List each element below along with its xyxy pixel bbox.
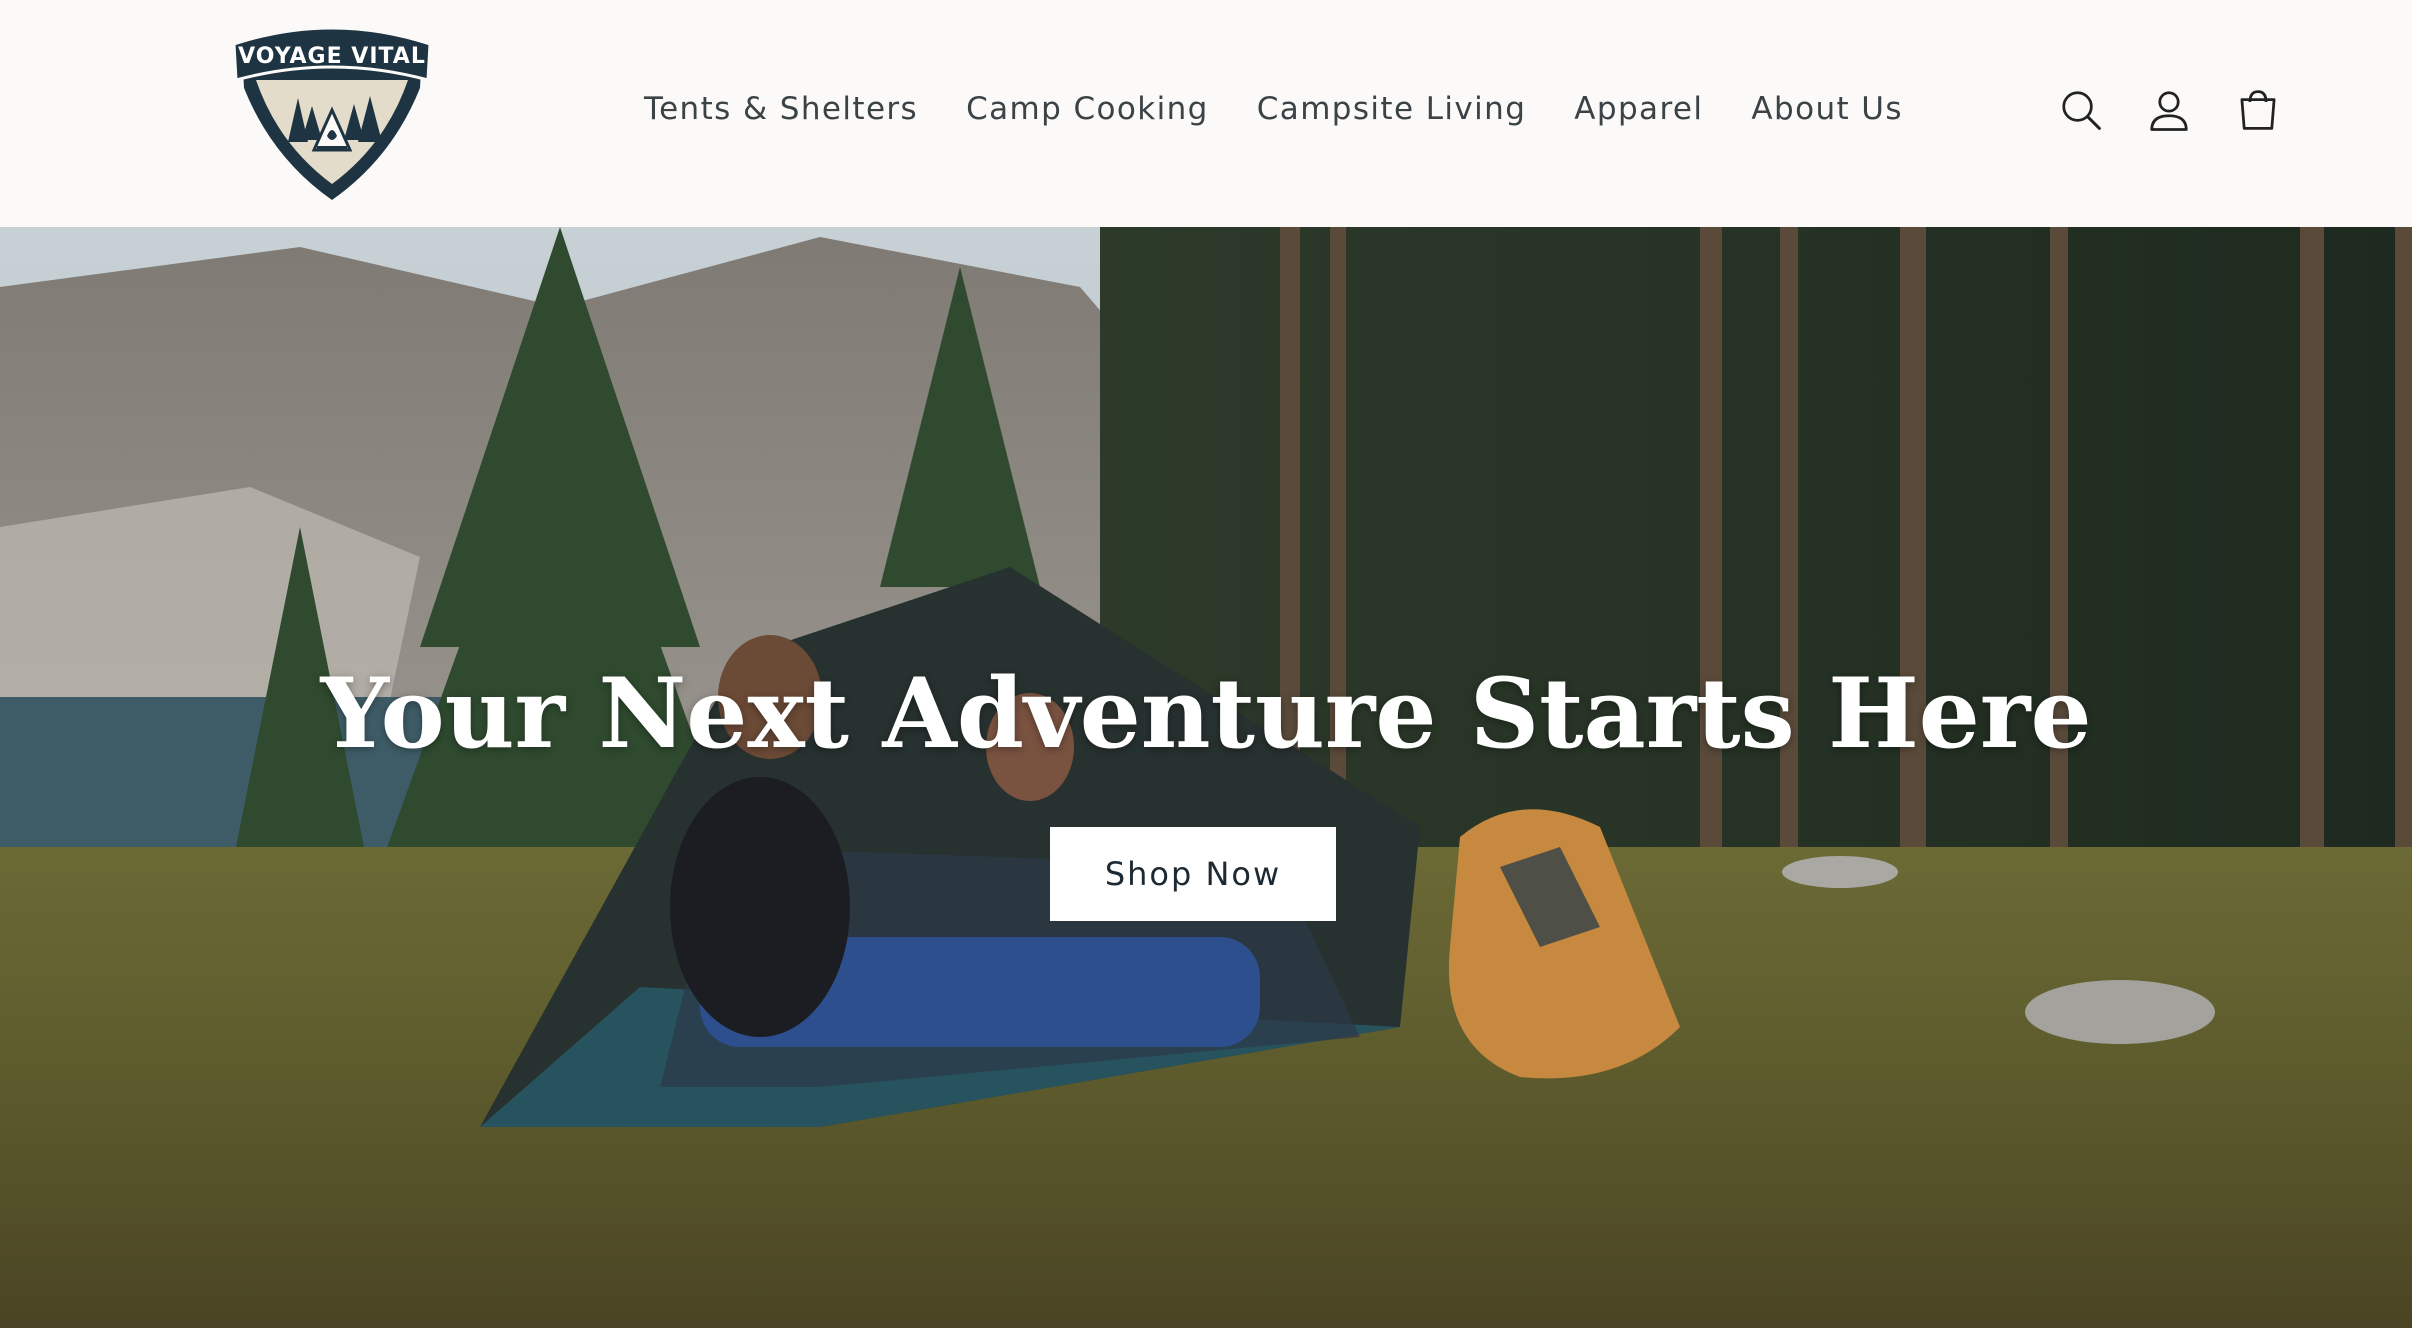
site-header: VOYAGE VITAL Tents & Shelters Camp Cooki… (0, 0, 2412, 227)
search-icon[interactable] (2054, 80, 2108, 140)
nav-item-campsite-living[interactable]: Campsite Living (1233, 91, 1551, 127)
nav-item-apparel[interactable]: Apparel (1550, 91, 1727, 127)
logo-text: VOYAGE VITAL (238, 44, 426, 69)
nav-item-tents-shelters[interactable]: Tents & Shelters (620, 91, 942, 127)
main-nav: Tents & Shelters Camp Cooking Campsite L… (620, 80, 1927, 138)
brand-logo[interactable]: VOYAGE VITAL (232, 18, 432, 203)
cart-icon[interactable] (2231, 80, 2285, 140)
hero-title: Your Next Adventure Starts Here (320, 657, 2092, 770)
nav-item-camp-cooking[interactable]: Camp Cooking (942, 91, 1233, 127)
account-icon[interactable] (2142, 80, 2196, 140)
shop-now-button[interactable]: Shop Now (1050, 827, 1336, 921)
hero-banner: Your Next Adventure Starts Here Shop Now (0, 227, 2412, 1328)
nav-item-about-us[interactable]: About Us (1727, 91, 1927, 127)
hero-image (0, 227, 2412, 1328)
